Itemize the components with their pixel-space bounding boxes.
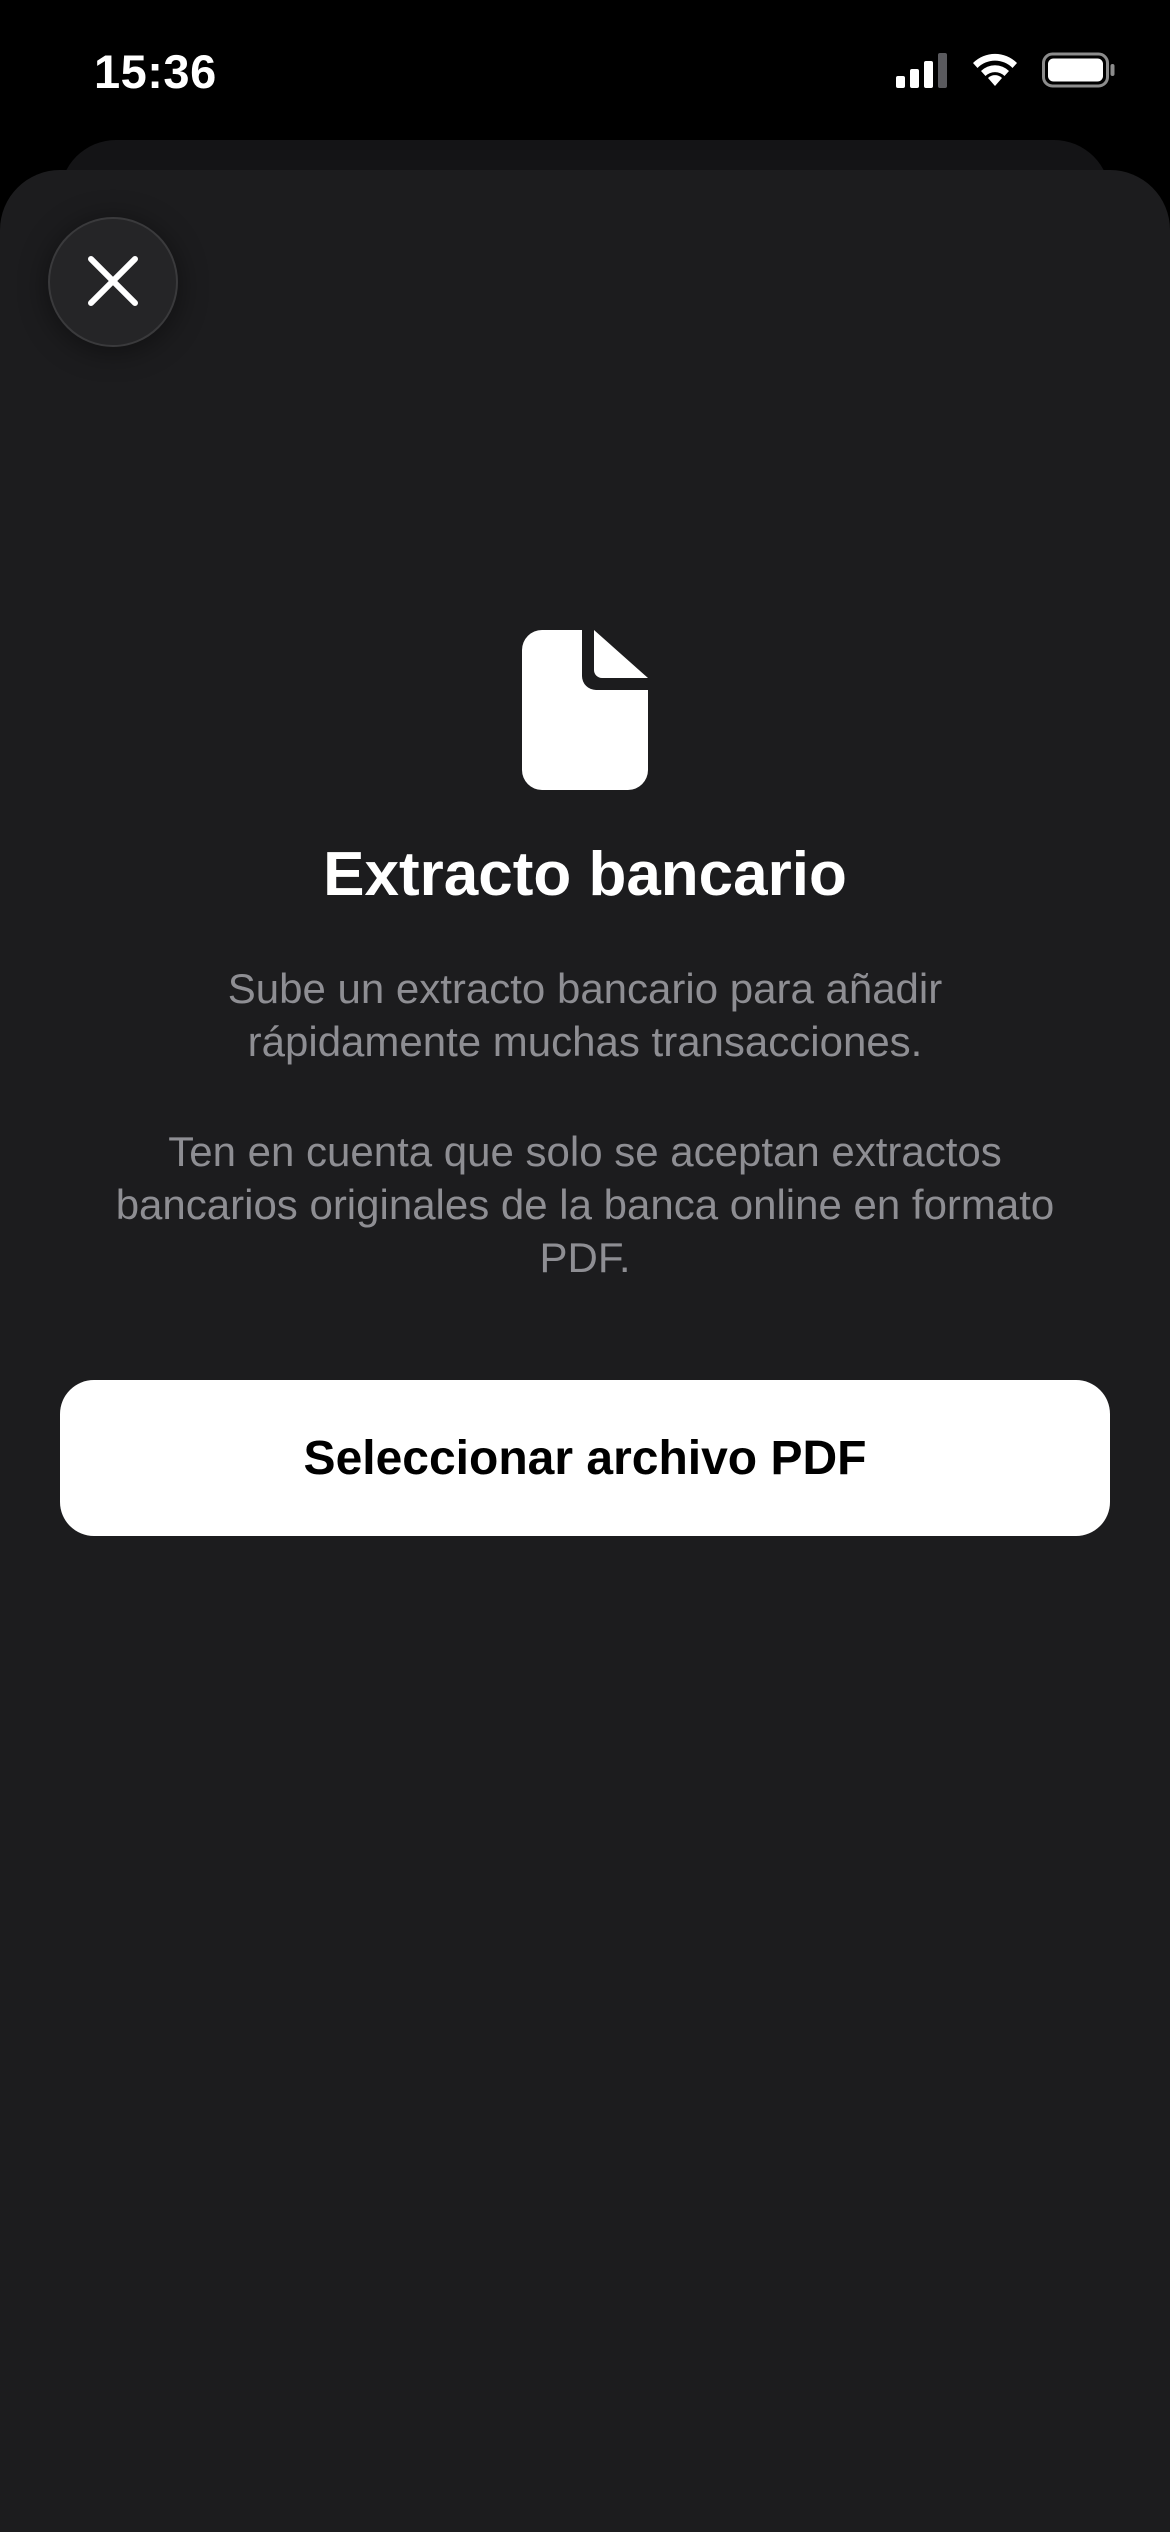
status-bar: 15:36 (0, 0, 1170, 140)
note-text: Ten en cuenta que solo se aceptan extrac… (115, 1128, 1055, 1281)
wifi-icon (970, 52, 1020, 93)
cellular-signal-icon (896, 52, 948, 93)
description-text: Sube un extracto bancario para añadir rá… (227, 965, 943, 1065)
page-title: Extracto bancario (323, 840, 847, 909)
document-icon (522, 630, 648, 790)
battery-icon (1042, 52, 1116, 93)
close-icon (85, 253, 141, 312)
bottom-sheet (0, 170, 1170, 2532)
status-time: 15:36 (94, 45, 217, 98)
close-button[interactable] (48, 217, 178, 347)
select-pdf-button[interactable]: Seleccionar archivo PDF (60, 1380, 1110, 1536)
status-icons (896, 52, 1116, 93)
